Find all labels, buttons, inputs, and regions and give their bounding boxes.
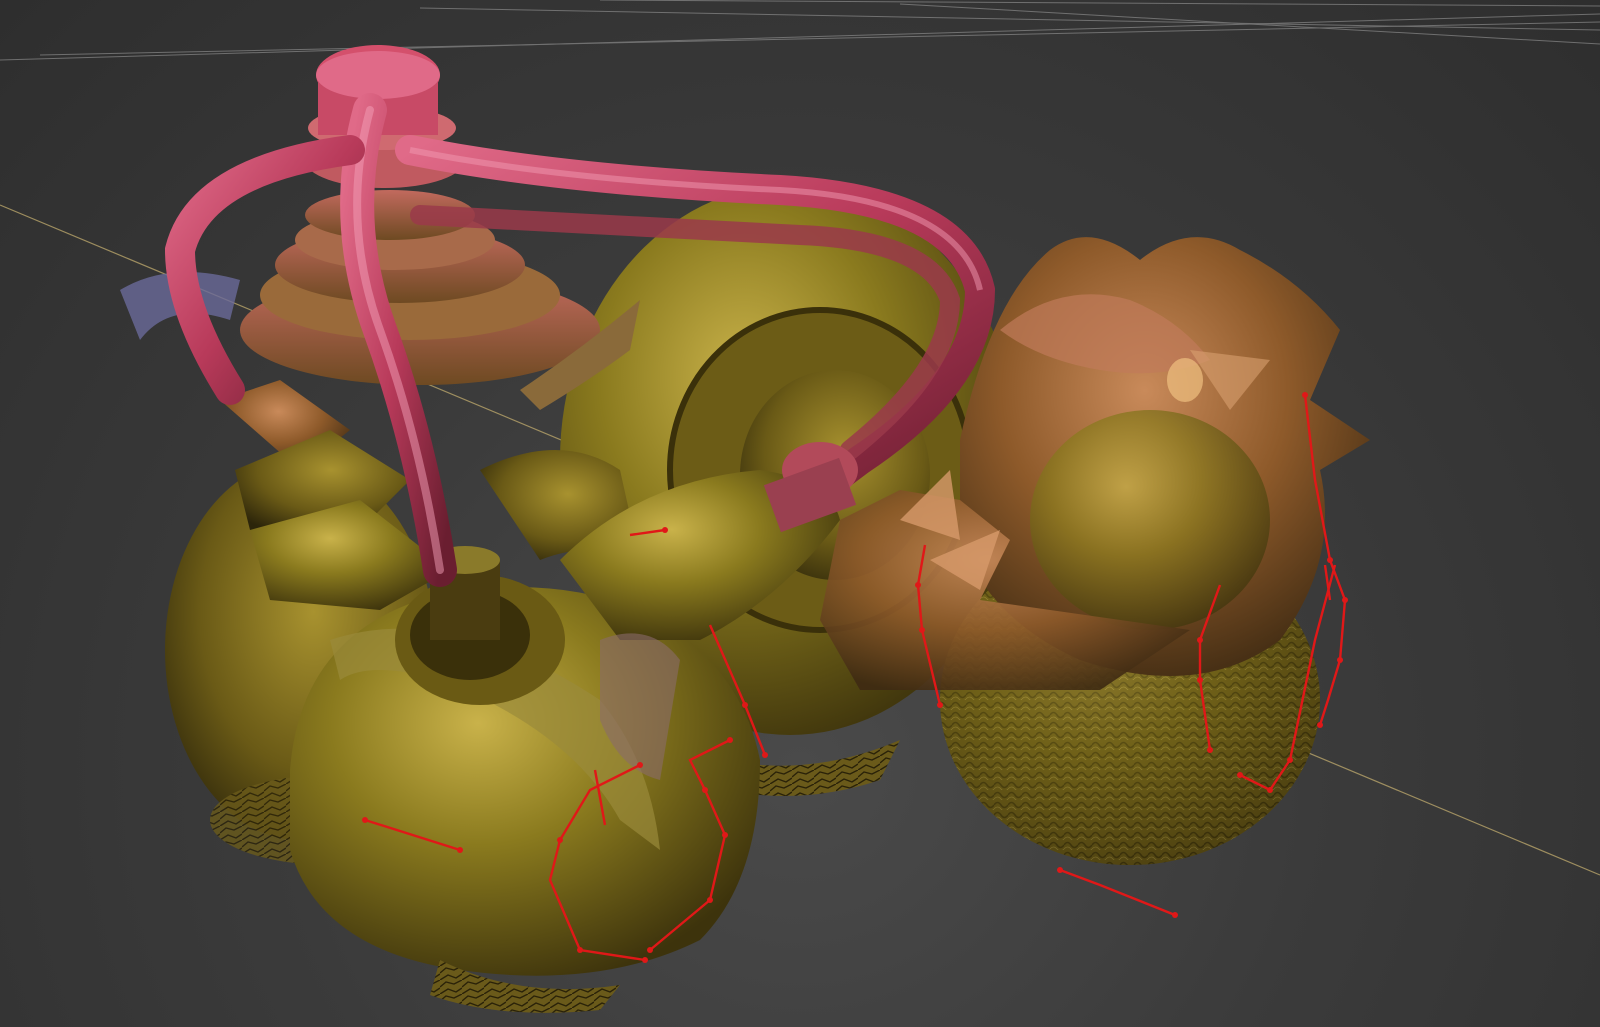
guide-curve[interactable]: [1059, 868, 1176, 917]
viewport-canvas[interactable]: [0, 0, 1600, 1027]
3d-viewport[interactable]: [0, 0, 1600, 1027]
sculpted-vehicle-model[interactable]: [120, 45, 1370, 1013]
grid-lines: [0, 0, 1600, 61]
